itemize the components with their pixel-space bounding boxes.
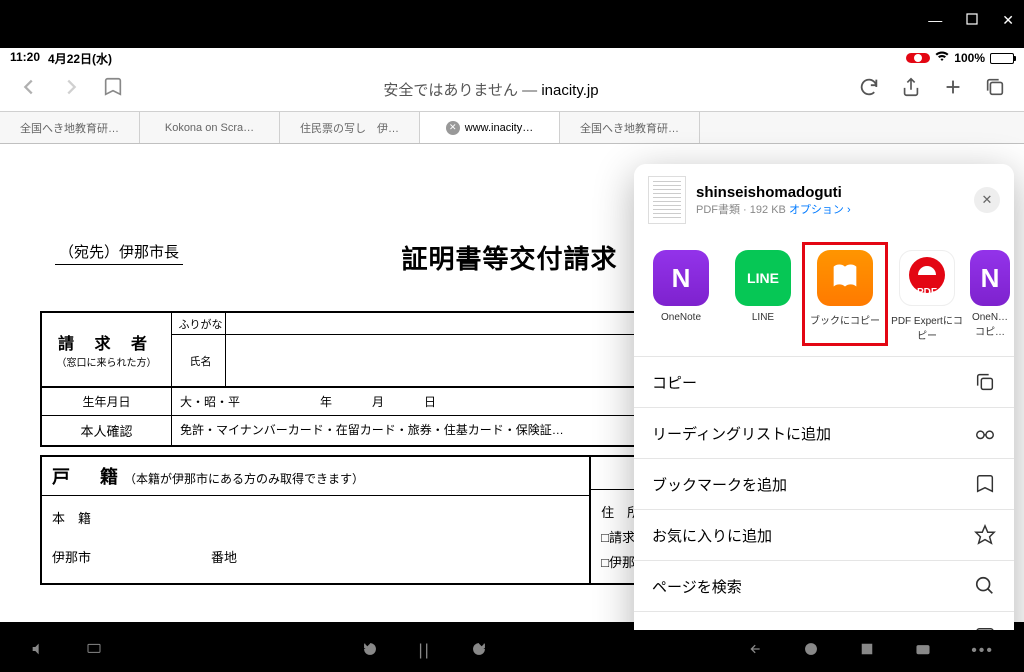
requester-sub: （窓口に来られた方）	[57, 354, 157, 369]
name-label: 氏名	[176, 335, 226, 386]
tab-4[interactable]: 全国へき地教育研…	[560, 112, 700, 143]
pause-icon[interactable]: ||	[418, 642, 430, 660]
glasses-icon	[974, 422, 996, 444]
forward-button[interactable]	[60, 76, 82, 103]
share-action-list: コピー リーディングリストに追加 ブックマークを追加 お気に入りに追加 ページを…	[634, 357, 1014, 663]
share-sheet: shinseishomadoguti PDF書類 · 192 KB オプション …	[634, 164, 1014, 663]
battery-icon	[990, 53, 1014, 64]
status-date: 4月22日(水)	[48, 50, 112, 67]
onenote-icon: N	[970, 250, 1010, 306]
furigana-label: ふりがな	[176, 313, 226, 334]
onenote-icon: N	[653, 250, 709, 306]
tab-3-active[interactable]: ✕www.inacity…	[420, 112, 560, 143]
simulator-bottom-bar: || •••	[0, 630, 1024, 672]
copy-icon	[974, 371, 996, 393]
action-favorite[interactable]: お気に入りに追加	[634, 510, 1014, 561]
share-header: shinseishomadoguti PDF書類 · 192 KB オプション …	[634, 164, 1014, 236]
share-filename: shinseishomadoguti	[696, 184, 851, 201]
share-app-onenote[interactable]: NOneNote	[642, 250, 720, 342]
search-icon	[974, 575, 996, 597]
tab-bar: 全国へき地教育研… Kokona on Scra… 住民票の写し 伊… ✕www…	[0, 112, 1024, 144]
volume-icon[interactable]	[30, 641, 46, 662]
share-button[interactable]	[900, 76, 922, 103]
status-time: 11:20	[10, 50, 40, 67]
battery-percent: 100%	[954, 51, 985, 65]
action-copy[interactable]: コピー	[634, 357, 1014, 408]
koseki-note: （本籍が伊那市にある方のみ取得できます）	[124, 472, 364, 486]
ios-status-bar: 11:20 4月22日(水) 100%	[0, 48, 1024, 68]
share-close-button[interactable]: ✕	[974, 187, 1000, 213]
rotate-right-icon[interactable]	[471, 641, 487, 662]
more-icon[interactable]: •••	[971, 642, 994, 660]
book-icon	[974, 473, 996, 495]
requester-label: 請 求 者	[58, 330, 155, 354]
simulator-titlebar: — ✕	[0, 0, 1024, 40]
reload-button[interactable]	[858, 76, 880, 103]
bookmarks-button[interactable]	[102, 76, 124, 103]
minimize-button[interactable]: —	[928, 12, 942, 28]
share-fileinfo: PDF書類 · 192 KB オプション ›	[696, 201, 851, 217]
new-tab-button[interactable]	[942, 76, 964, 103]
screen-icon[interactable]	[86, 641, 102, 662]
books-icon	[817, 250, 873, 306]
file-thumbnail-icon	[648, 176, 686, 224]
koseki-title: 戸 籍	[52, 467, 124, 487]
share-options-link[interactable]: オプション ›	[789, 204, 851, 216]
wifi-icon	[935, 51, 949, 65]
tab-1[interactable]: Kokona on Scra…	[140, 112, 280, 143]
tabs-button[interactable]	[984, 76, 1006, 103]
share-app-row: NOneNote LINELINE ブックにコピー PDFPDF Expertに…	[634, 236, 1014, 357]
device-screen: 11:20 4月22日(水) 100% 安全ではありません — inacity.…	[0, 48, 1024, 622]
safari-toolbar: 安全ではありません — inacity.jp	[0, 68, 1024, 112]
dob-label: 生年月日	[42, 388, 172, 415]
url-bar[interactable]: 安全ではありません — inacity.jp	[144, 79, 838, 100]
maximize-button[interactable]	[966, 12, 978, 28]
share-app-books[interactable]: ブックにコピー	[806, 250, 884, 342]
close-button[interactable]: ✕	[1002, 12, 1014, 29]
honseki-label: 本 籍	[52, 508, 579, 527]
action-bookmark[interactable]: ブックマークを追加	[634, 459, 1014, 510]
line-icon: LINE	[735, 250, 791, 306]
tab-close-icon[interactable]: ✕	[446, 121, 460, 135]
share-app-line[interactable]: LINELINE	[724, 250, 802, 342]
id-check-label: 本人確認	[42, 416, 172, 445]
recording-indicator	[906, 53, 930, 63]
url-security-label: 安全ではありません —	[383, 82, 541, 99]
back-button[interactable]	[18, 76, 40, 103]
rotate-left-icon[interactable]	[362, 641, 378, 662]
share-app-onenote2[interactable]: NOneN…コピ…	[970, 250, 1010, 342]
back-icon[interactable]	[747, 641, 763, 662]
star-icon	[974, 524, 996, 546]
share-app-pdfexpert[interactable]: PDFPDF Expertにコピー	[888, 250, 966, 342]
tab-0[interactable]: 全国へき地教育研…	[0, 112, 140, 143]
tab-2[interactable]: 住民票の写し 伊…	[280, 112, 420, 143]
svg-text:PDF: PDF	[917, 287, 937, 298]
recent-icon[interactable]	[859, 641, 875, 662]
doc-addressee: （宛先）伊那市長	[55, 239, 183, 265]
camera-icon[interactable]	[915, 641, 931, 662]
pdfexpert-icon: PDF	[899, 250, 955, 306]
banchi-label: 番地	[211, 547, 237, 566]
action-find[interactable]: ページを検索	[634, 561, 1014, 612]
url-domain: inacity.jp	[541, 82, 598, 99]
home-icon[interactable]	[803, 641, 819, 662]
city-label: 伊那市	[52, 547, 91, 566]
action-reading-list[interactable]: リーディングリストに追加	[634, 408, 1014, 459]
